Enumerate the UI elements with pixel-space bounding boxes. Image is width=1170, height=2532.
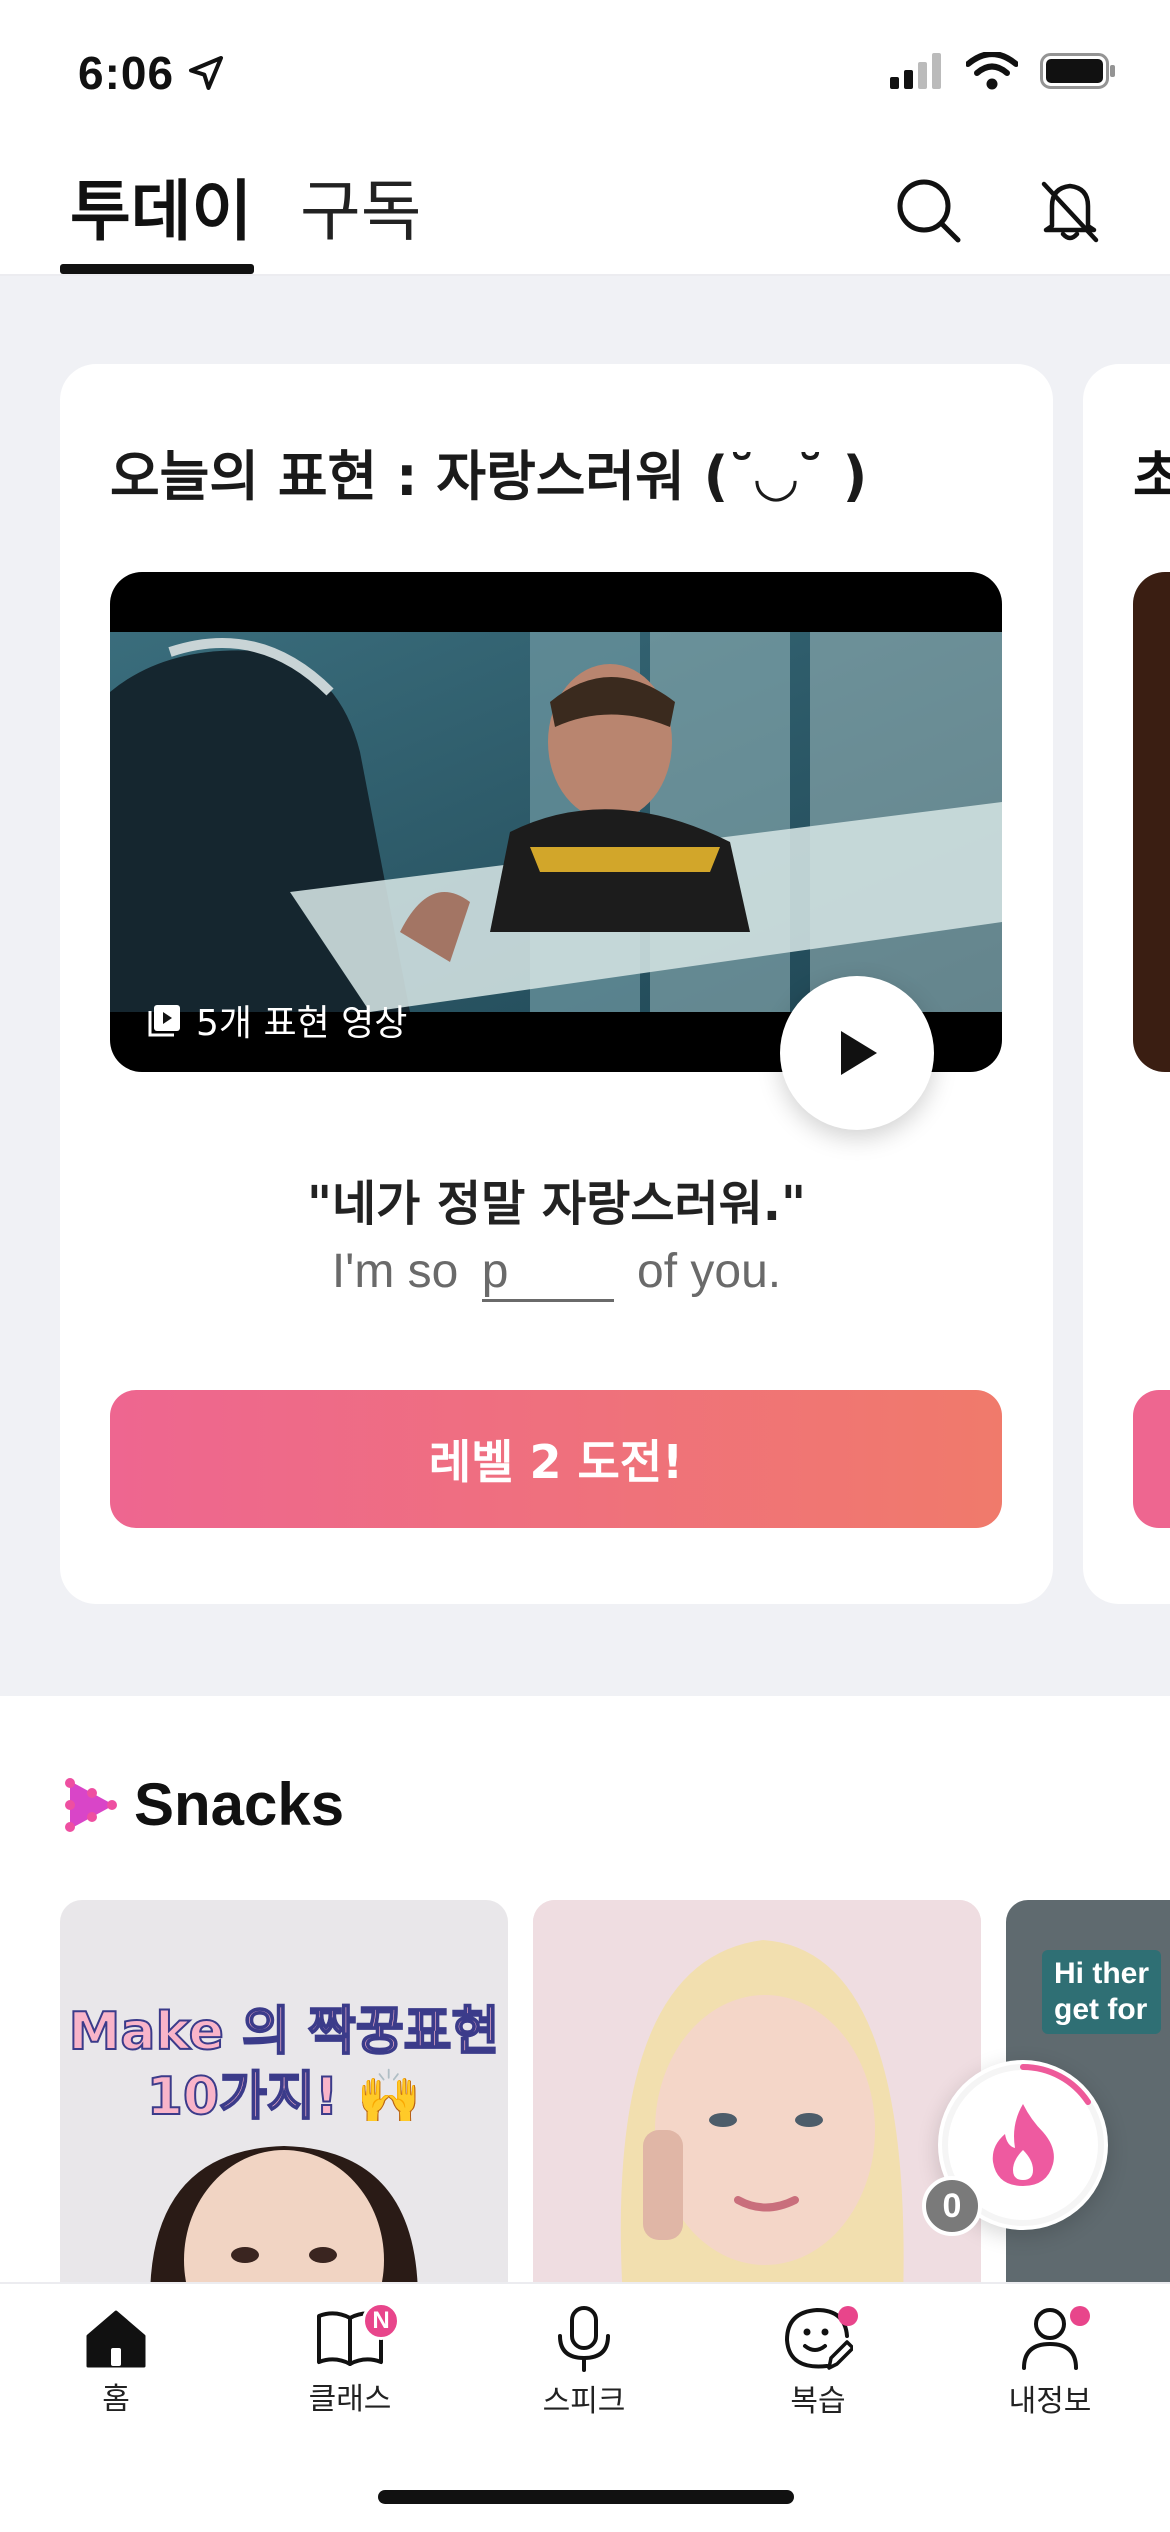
snack-overlay-line1: Make 의 짝꿍표현	[68, 2001, 501, 2063]
peek-card-title: 초	[1133, 445, 1170, 508]
tabbar-label: 홈	[102, 2382, 130, 2417]
snack-caption-line1: Hi ther	[1054, 1957, 1150, 1990]
status-bar: 6:06	[0, 0, 1170, 140]
notification-dot	[1070, 2306, 1090, 2326]
tab-today[interactable]: 투데이	[70, 158, 252, 254]
bell-off-icon	[1041, 181, 1099, 243]
location-arrow-icon	[189, 56, 224, 90]
phrase-en-before: I'm so	[331, 1245, 459, 1298]
top-navigation: 투데이 구독	[0, 140, 1170, 276]
video-count-badge: 5개 표현 영상	[146, 994, 407, 1046]
snack-overlay-text: Make 의 짝꿍표현 10가지! 🙌	[60, 2000, 508, 2130]
tabbar-class[interactable]: N 클래스	[270, 2302, 430, 2418]
tabbar-home[interactable]: 홈	[36, 2306, 196, 2418]
video-stack-icon	[148, 1005, 180, 1037]
new-badge: N	[362, 2302, 400, 2340]
streak-count-badge: 0	[922, 2176, 982, 2236]
snack-video-1[interactable]: Make 의 짝꿍표현 10가지! 🙌	[60, 1900, 508, 2300]
peek-card-video	[1133, 572, 1170, 1072]
snack-caption: Hi ther get for	[1042, 1950, 1162, 2034]
play-icon	[841, 1031, 877, 1075]
active-tab-indicator	[60, 264, 254, 274]
fill-in-blank: p	[481, 1244, 614, 1302]
search-button[interactable]	[890, 170, 970, 250]
snack-video-2[interactable]	[533, 1900, 981, 2300]
app-screen: 6:06 투데이 구독 오늘의 표현: 자랑스러워 (˘◡˘) 5개 표현 …	[0, 0, 1170, 2532]
time-text: 6:06	[78, 47, 175, 99]
next-expression-card[interactable]: 초	[1083, 364, 1170, 1604]
card-title: 오늘의 표현 : 자랑스러워 (˘◡˘ )	[110, 445, 868, 508]
notification-dot	[838, 2306, 858, 2326]
daily-expression-card[interactable]: 오늘의 표현 : 자랑스러워 (˘◡˘ ) 5개 표현 영상 "네가 정말 자랑…	[60, 364, 1053, 1604]
peek-card-button	[1133, 1390, 1170, 1528]
level-challenge-button[interactable]: 레벨 2 도전!	[110, 1390, 1002, 1528]
microphone-icon	[558, 2306, 610, 2372]
tabbar-label: 스피크	[542, 2384, 626, 2419]
snack-thumbnail-person	[150, 2146, 418, 2300]
home-indicator[interactable]	[378, 2490, 794, 2504]
battery-icon	[1040, 53, 1115, 89]
phrase-en-after: of you.	[637, 1245, 782, 1298]
korean-phrase: "네가 정말 자랑스러워."	[306, 1176, 807, 1232]
tab-subscribe[interactable]: 구독	[300, 158, 421, 254]
status-time: 6:06	[78, 46, 226, 100]
cellular-signal-icon	[890, 53, 941, 89]
snack-thumbnail-person	[533, 1900, 981, 2300]
video-thumbnail	[110, 632, 1002, 1012]
snacks-header: Snacks	[64, 1770, 344, 1839]
snack-caption-line2: get for	[1054, 1993, 1148, 2026]
tabbar-label: 내정보	[1008, 2384, 1092, 2419]
tabbar-label: 클래스	[308, 2382, 392, 2417]
snacks-play-icon	[65, 1777, 117, 1832]
tabbar-review[interactable]: 복습	[738, 2306, 898, 2420]
home-icon	[86, 2310, 146, 2368]
status-indicators	[890, 52, 1116, 90]
notification-button[interactable]	[1030, 170, 1110, 250]
tabbar-profile[interactable]: 내정보	[970, 2306, 1130, 2420]
tabbar-speak[interactable]: 스피크	[504, 2306, 664, 2420]
play-button[interactable]	[780, 976, 934, 1130]
snack-overlay-line2: 10가지! 🙌	[146, 2066, 423, 2128]
search-icon	[897, 179, 961, 243]
english-phrase-quiz: I'm so p of you.	[60, 1244, 1053, 1302]
snacks-title: Snacks	[134, 1771, 345, 1838]
tabbar-label: 복습	[790, 2384, 846, 2419]
wifi-icon	[966, 52, 1018, 90]
video-count-label: 5개 표현 영상	[196, 1003, 408, 1044]
